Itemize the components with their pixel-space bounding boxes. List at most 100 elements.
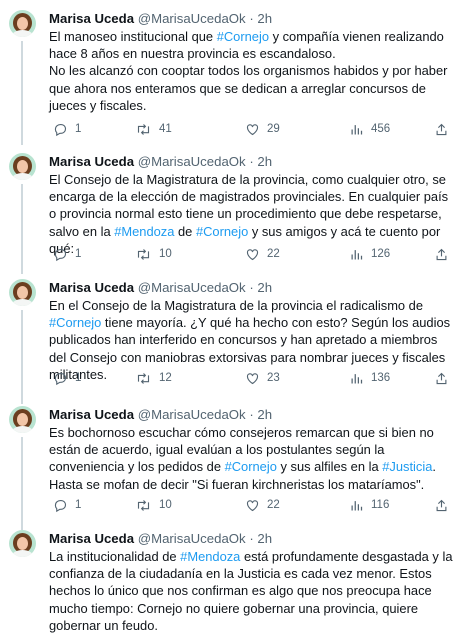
author-name[interactable]: Marisa Uceda — [49, 407, 134, 422]
tweet-header: Marisa Uceda @MarisaUcedaOk · 2h — [49, 530, 454, 547]
hashtag-link[interactable]: #Justicia — [382, 459, 432, 474]
tweet-text-segment: y sus alfiles en la — [276, 459, 383, 475]
heart-icon — [246, 372, 259, 384]
action-bar: 1 10 22 116 — [49, 497, 454, 513]
views-icon — [351, 124, 363, 134]
heart-icon — [246, 123, 259, 135]
tweet[interactable]: Marisa Uceda @MarisaUcedaOk · 2h El mano… — [0, 10, 462, 145]
like-button[interactable]: 22 — [245, 497, 280, 513]
reply-button[interactable]: 1 — [53, 370, 81, 386]
like-count: 29 — [267, 123, 280, 135]
thread-line — [21, 310, 23, 404]
reply-icon — [54, 248, 67, 261]
views-button[interactable]: 116 — [349, 497, 389, 513]
reply-count: 1 — [75, 499, 82, 511]
separator: · — [249, 154, 254, 169]
timeline: Marisa Uceda @MarisaUcedaOk · 2h El mano… — [0, 0, 462, 633]
separator: · — [249, 280, 254, 295]
author-handle[interactable]: @MarisaUcedaOk — [138, 531, 246, 546]
like-button[interactable]: 22 — [245, 246, 280, 262]
timestamp[interactable]: 2h — [257, 531, 272, 546]
tweet-header: Marisa Uceda @MarisaUcedaOk · 2h — [49, 153, 454, 170]
like-button[interactable]: 29 — [245, 121, 280, 137]
action-bar: 1 41 29 456 — [49, 121, 454, 137]
author-name[interactable]: Marisa Uceda — [49, 531, 134, 546]
share-button[interactable] — [434, 497, 449, 513]
share-icon — [436, 248, 447, 260]
avatar[interactable] — [9, 530, 36, 557]
reply-icon — [54, 123, 67, 136]
avatar[interactable] — [9, 406, 36, 433]
tweet-text: El Consejo de la Magistratura de la prov… — [49, 171, 454, 257]
avatar[interactable] — [9, 279, 36, 306]
tweet-text: El manoseo institucional que #Cornejo y … — [49, 28, 454, 114]
action-bar: 1 12 23 136 — [49, 370, 454, 386]
tweet-header: Marisa Uceda @MarisaUcedaOk · 2h — [49, 279, 454, 296]
views-button[interactable]: 136 — [349, 370, 390, 386]
hashtag-link[interactable]: #Cornejo — [225, 459, 277, 474]
like-count: 22 — [267, 499, 280, 511]
tweet[interactable]: Marisa Uceda @MarisaUcedaOk · 2h La inst… — [0, 530, 462, 633]
hashtag-link[interactable]: #Mendoza — [114, 224, 174, 239]
tweet-text-segment: de — [174, 223, 196, 239]
like-button[interactable]: 23 — [245, 370, 280, 386]
share-icon — [436, 499, 447, 511]
author-handle[interactable]: @MarisaUcedaOk — [138, 11, 246, 26]
author-name[interactable]: Marisa Uceda — [49, 154, 134, 169]
avatar[interactable] — [9, 10, 36, 37]
action-bar: 1 10 22 126 — [49, 246, 454, 262]
retweet-count: 12 — [159, 372, 172, 384]
like-count: 23 — [267, 372, 280, 384]
author-name[interactable]: Marisa Uceda — [49, 11, 134, 26]
thread-line — [21, 41, 23, 145]
retweet-button[interactable]: 10 — [135, 246, 172, 262]
author-handle[interactable]: @MarisaUcedaOk — [138, 280, 246, 295]
views-button[interactable]: 126 — [349, 246, 390, 262]
views-icon — [351, 373, 363, 383]
hashtag-link[interactable]: #Mendoza — [180, 549, 240, 564]
reply-button[interactable]: 1 — [53, 121, 81, 137]
author-name[interactable]: Marisa Uceda — [49, 280, 134, 295]
reply-button[interactable]: 1 — [53, 497, 81, 513]
retweet-icon — [137, 248, 150, 260]
share-button[interactable] — [434, 370, 449, 386]
reply-icon — [54, 372, 67, 385]
timestamp[interactable]: 2h — [257, 407, 272, 422]
hashtag-link[interactable]: #Cornejo — [196, 224, 248, 239]
retweet-button[interactable]: 10 — [135, 497, 172, 513]
reply-count: 1 — [75, 248, 82, 260]
retweet-button[interactable]: 12 — [135, 370, 172, 386]
timestamp[interactable]: 2h — [257, 11, 272, 26]
views-button[interactable]: 456 — [349, 121, 390, 137]
separator: · — [249, 531, 254, 546]
reply-button[interactable]: 1 — [53, 246, 81, 262]
hashtag-link[interactable]: #Cornejo — [49, 315, 101, 330]
retweet-button[interactable]: 41 — [135, 121, 172, 137]
heart-icon — [246, 499, 259, 511]
view-count: 136 — [371, 372, 391, 384]
author-handle[interactable]: @MarisaUcedaOk — [138, 154, 246, 169]
view-count: 456 — [371, 123, 391, 135]
view-count: 116 — [371, 499, 390, 511]
tweet[interactable]: Marisa Uceda @MarisaUcedaOk · 2h El Cons… — [0, 153, 462, 274]
retweet-icon — [137, 123, 150, 135]
author-handle[interactable]: @MarisaUcedaOk — [138, 407, 246, 422]
tweet[interactable]: Marisa Uceda @MarisaUcedaOk · 2h Es boch… — [0, 406, 462, 530]
tweet-text-segment: El manoseo institucional que — [49, 29, 217, 44]
hashtag-link[interactable]: #Cornejo — [217, 29, 269, 44]
like-count: 22 — [267, 248, 280, 260]
share-button[interactable] — [434, 246, 449, 262]
heart-icon — [246, 248, 259, 260]
reply-count: 1 — [75, 123, 82, 135]
retweet-icon — [137, 372, 150, 384]
timestamp[interactable]: 2h — [257, 154, 272, 169]
reply-icon — [54, 499, 67, 512]
views-icon — [351, 249, 363, 259]
tweet-text: Es bochornoso escuchar cómo consejeros r… — [49, 424, 454, 493]
timestamp[interactable]: 2h — [257, 280, 272, 295]
share-button[interactable] — [434, 121, 449, 137]
tweet[interactable]: Marisa Uceda @MarisaUcedaOk · 2h En el C… — [0, 279, 462, 404]
tweet-header: Marisa Uceda @MarisaUcedaOk · 2h — [49, 10, 454, 27]
reply-count: 1 — [75, 372, 82, 384]
avatar[interactable] — [9, 153, 36, 180]
